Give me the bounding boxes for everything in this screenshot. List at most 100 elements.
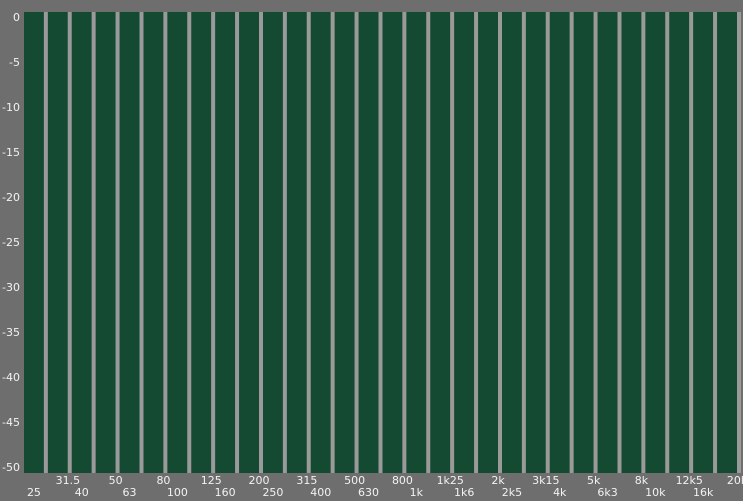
- band-630: [358, 12, 383, 473]
- x-tick-label: 250: [262, 486, 283, 499]
- band-200: [239, 12, 263, 473]
- band-3k15: [525, 12, 550, 473]
- band-10k: [645, 12, 670, 473]
- band-separator: [259, 12, 263, 473]
- x-tick-label: 400: [310, 486, 331, 499]
- y-tick-label: 0: [13, 11, 20, 24]
- x-tick-label: 16k: [693, 486, 714, 499]
- band-separator: [282, 12, 287, 473]
- band-2k5: [502, 12, 526, 473]
- band-separator: [474, 12, 479, 473]
- x-tick-label: 1k: [410, 486, 424, 499]
- band-background: [191, 12, 212, 473]
- band-separator: [450, 12, 455, 473]
- y-tick-label: -40: [2, 371, 20, 384]
- frequency-bands: [24, 12, 741, 473]
- band-separator: [67, 12, 72, 473]
- band-separator: [617, 12, 622, 473]
- band-separator: [689, 12, 694, 473]
- band-background: [669, 12, 690, 473]
- band-background: [286, 12, 307, 473]
- band-separator: [665, 12, 670, 473]
- x-tick-label: 20k: [727, 474, 743, 487]
- band-background: [573, 12, 594, 473]
- band-separator: [378, 12, 383, 473]
- band-background: [430, 12, 451, 473]
- band-25: [24, 12, 48, 473]
- band-background: [263, 12, 283, 473]
- band-8k: [621, 12, 646, 473]
- band-separator: [187, 12, 192, 473]
- band-separator: [354, 12, 359, 473]
- x-tick-label: 100: [167, 486, 188, 499]
- x-tick-label: 10k: [645, 486, 666, 499]
- band-separator: [737, 12, 741, 473]
- x-tick-label: 4k: [553, 486, 567, 499]
- x-tick-label: 63: [123, 486, 137, 499]
- band-background: [693, 12, 714, 473]
- band-separator: [211, 12, 216, 473]
- band-background: [119, 12, 140, 473]
- band-1k6: [454, 12, 479, 473]
- band-background: [167, 12, 188, 473]
- band-separator: [593, 12, 598, 473]
- y-tick-label: -35: [2, 326, 20, 339]
- x-tick-label: 1k6: [454, 486, 474, 499]
- band-800: [382, 12, 407, 473]
- band-separator: [426, 12, 431, 473]
- band-250: [263, 12, 287, 473]
- x-tick-label: 25: [27, 486, 41, 499]
- band-separator: [713, 12, 718, 473]
- band-background: [334, 12, 355, 473]
- band-background: [71, 12, 92, 473]
- band-separator: [545, 12, 550, 473]
- band-separator: [569, 12, 574, 473]
- band-2k: [478, 12, 502, 473]
- y-axis: 0 -5 -10 -15 -20 -25 -30 -35 -40 -45 -50: [2, 11, 20, 474]
- band-separator: [43, 12, 48, 473]
- band-5k: [573, 12, 598, 473]
- y-tick-label: -15: [2, 146, 20, 159]
- band-background: [597, 12, 618, 473]
- band-background: [358, 12, 379, 473]
- band-separator: [641, 12, 646, 473]
- x-tick-label: 2k5: [502, 486, 522, 499]
- band-background: [406, 12, 427, 473]
- y-tick-label: -25: [2, 236, 20, 249]
- x-axis: 2531.54050638010012516020025031540050063…: [27, 474, 743, 499]
- band-separator: [235, 12, 240, 473]
- band-separator: [306, 12, 311, 473]
- band-separator: [163, 12, 168, 473]
- band-500: [334, 12, 359, 473]
- band-160: [215, 12, 240, 473]
- band-16k: [693, 12, 718, 473]
- rta-spectrum-chart: 0-5-10-15-20-25-30-35-40-45-50 2531.5405…: [2, 11, 743, 499]
- band-background: [215, 12, 236, 473]
- band-background: [621, 12, 642, 473]
- band-background: [382, 12, 403, 473]
- band-background: [478, 12, 498, 473]
- band-400: [310, 12, 335, 473]
- y-tick-label: -10: [2, 101, 20, 114]
- band-12k5: [669, 12, 694, 473]
- band-20k: [717, 12, 741, 473]
- band-separator: [91, 12, 96, 473]
- band-separator: [330, 12, 335, 473]
- band-125: [191, 12, 216, 473]
- x-tick-label: 40: [75, 486, 89, 499]
- band-80: [143, 12, 168, 473]
- band-40: [71, 12, 96, 473]
- band-1k25: [430, 12, 455, 473]
- band-background: [47, 12, 68, 473]
- y-tick-label: -45: [2, 416, 20, 429]
- band-background: [239, 12, 259, 473]
- band-315: [286, 12, 311, 473]
- band-background: [525, 12, 546, 473]
- y-tick-label: -30: [2, 281, 20, 294]
- x-tick-label: 630: [358, 486, 379, 499]
- band-separator: [402, 12, 407, 473]
- band-separator: [115, 12, 120, 473]
- band-separator: [139, 12, 144, 473]
- y-tick-label: -5: [9, 56, 20, 69]
- band-31.5: [47, 12, 72, 473]
